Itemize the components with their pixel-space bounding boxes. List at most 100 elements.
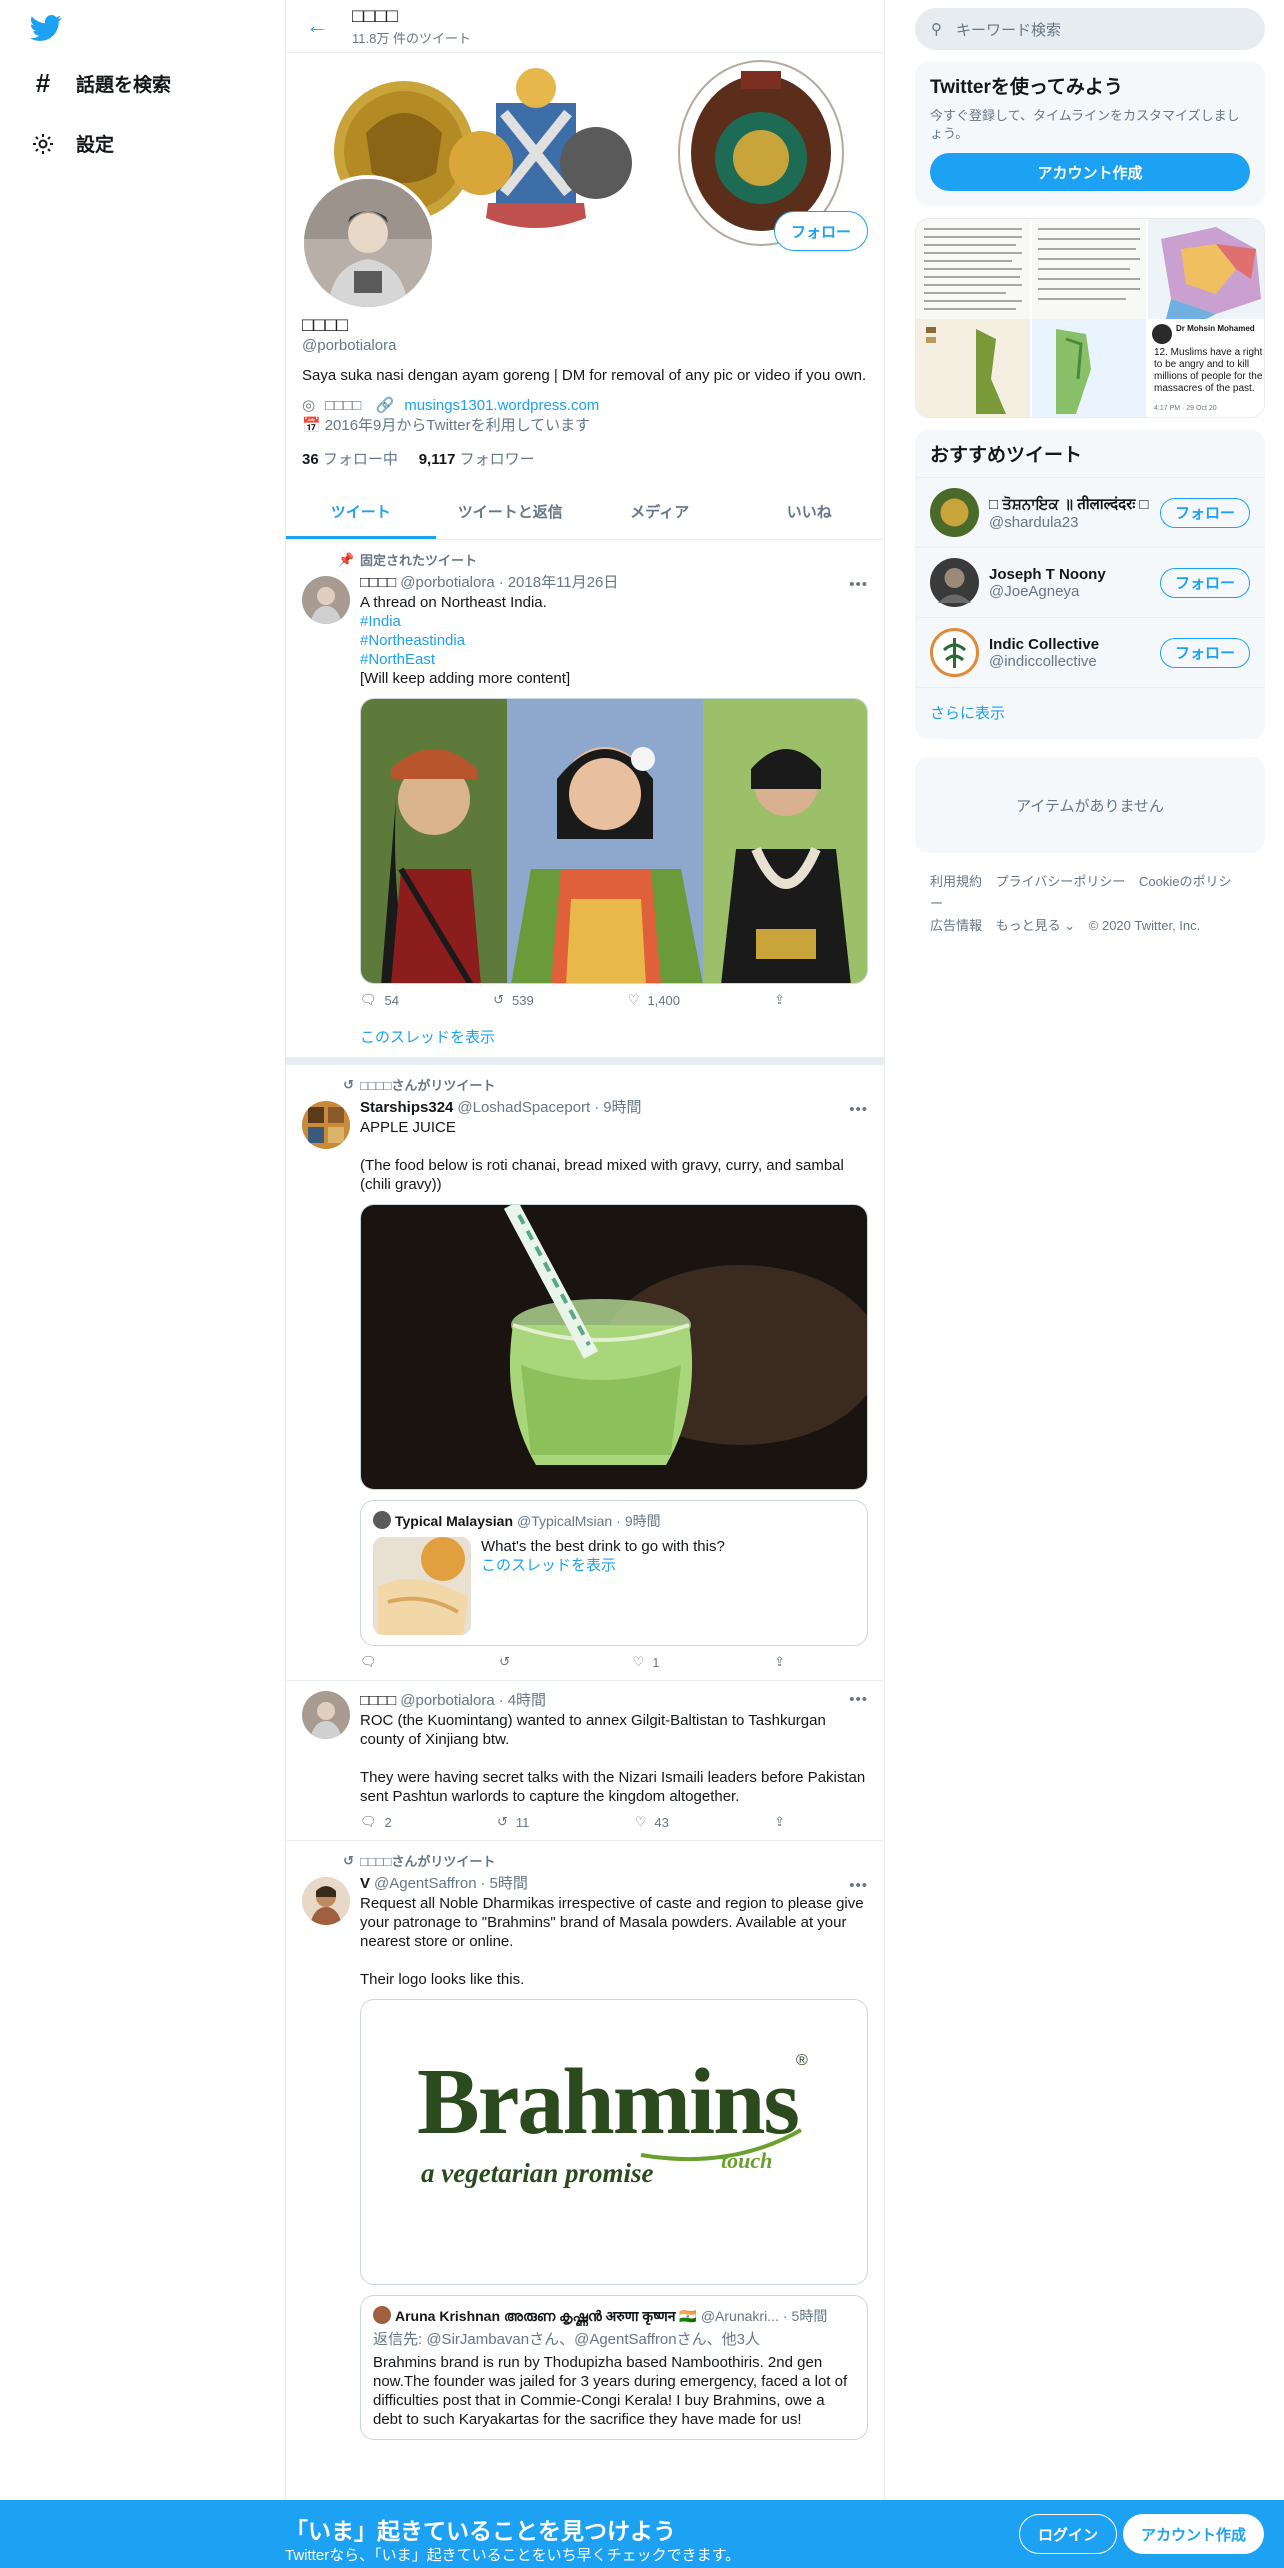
quote-time: 5時間 <box>791 2308 828 2324</box>
header-tweet-count: 11.8万 件のツイート <box>352 30 471 46</box>
bottom-signup-button[interactable]: アカウント作成 <box>1123 2514 1265 2554</box>
hashtag-link[interactable]: #NorthEast <box>360 651 435 668</box>
tweet-time[interactable]: 2018年11月26日 <box>508 573 619 593</box>
reply-icon: 🗨 <box>360 1654 377 1669</box>
tweet-image-brahmins-logo[interactable]: Brahmins ® a vegetarian promise touch <box>360 1999 868 2285</box>
follow-suggested-button[interactable]: フォロー <box>1159 567 1250 598</box>
follow-suggested-button[interactable]: フォロー <box>1159 637 1250 668</box>
nav-settings-label: 設定 <box>76 135 115 156</box>
login-button[interactable]: ログイン <box>1019 2514 1118 2554</box>
nav-settings[interactable]: 設定 <box>30 130 114 157</box>
tweet-avatar[interactable] <box>302 1877 350 1925</box>
left-navigation: # 話題を検索 設定 <box>0 0 285 2500</box>
quote-image <box>373 1537 471 1635</box>
tweet-time[interactable]: 4時間 <box>508 1691 546 1711</box>
like-button[interactable]: ♡ 43 <box>635 1814 669 1830</box>
footer-terms-link[interactable]: 利用規約 <box>930 874 982 889</box>
tweet-brahmins[interactable]: ↺ □□□□さんがリツイート V @AgentSaffron · 5時間 ••• … <box>286 1841 884 2450</box>
suggested-user[interactable]: Indic Collective @indiccollective フォロー <box>915 617 1265 687</box>
reply-button[interactable]: 🗨 2 <box>360 1814 392 1830</box>
suggested-user-name: Indic Collective <box>989 635 1100 653</box>
signup-subtitle: 今すぐ登録して、タイムラインをカスタマイズしましょう。 <box>930 108 1240 141</box>
retweet-context: ↺ □□□□さんがリツイート <box>343 1075 868 1094</box>
tweet-avatar[interactable] <box>302 1691 350 1739</box>
tweet-time[interactable]: 9時間 <box>603 1098 641 1118</box>
heart-icon: ♡ <box>627 992 640 1007</box>
who-to-follow-card: おすすめツイート □ ਤੋਸ਼ਨਾਇਕ ॥ तीलाल्दंदरः □ @sha… <box>915 430 1265 739</box>
followers-link[interactable]: 9,117 フォロワー <box>419 451 535 468</box>
tweet-author-handle: @AgentSaffron <box>374 1875 477 1892</box>
follow-button[interactable]: フォロー <box>773 211 868 251</box>
tab-tweets-and-replies[interactable]: ツイートと返信 <box>436 487 586 539</box>
suggested-user-handle: @JoeAgneya <box>989 582 1080 600</box>
retweet-icon: ↺ <box>343 1076 354 1092</box>
quoted-tweet[interactable]: Typical Malaysian @TypicalMsian · 9時間 Wh… <box>360 1500 868 1646</box>
show-more-link[interactable]: さらに表示 <box>915 687 1265 739</box>
tweet-author-name[interactable]: V <box>360 1874 370 1894</box>
profile-avatar[interactable] <box>300 175 436 311</box>
show-thread-link[interactable]: このスレッドを表示 <box>360 1026 868 1047</box>
reply-icon: 🗨 <box>360 1814 377 1829</box>
media-grid[interactable]: Dr Mohsin Mohamed 12. Muslims have a rig… <box>915 218 1265 418</box>
hashtag-link[interactable]: #India <box>360 613 401 630</box>
tweet-roc[interactable]: □□□□ @porbotialora · 4時間 ••• ROC (the Ku… <box>286 1681 884 1841</box>
suggested-user[interactable]: Joseph T Noony @JoeAgneya フォロー <box>915 547 1265 617</box>
tweet-pinned[interactable]: 📌 固定されたツイート □□□□ @porbotialora · 2018年11月… <box>286 540 884 1065</box>
reply-button[interactable]: 🗨 <box>360 1654 385 1670</box>
more-options-icon[interactable]: ••• <box>849 1877 868 1894</box>
tweet-retweet-apple-juice[interactable]: ↺ □□□□さんがリツイート Starships324 @LoshadSpacep… <box>286 1065 884 1681</box>
more-options-icon[interactable]: ••• <box>849 1691 868 1708</box>
share-button[interactable]: ⇪ <box>774 992 785 1008</box>
quote-author-handle: @TypicalMsian <box>517 1513 613 1529</box>
footer-links: 利用規約 プライバシーポリシー Cookieのポリシー 広告情報 もっと見る ⌄… <box>915 853 1265 955</box>
retweet-button[interactable]: ↺ 11 <box>497 1814 529 1830</box>
retweet-button[interactable]: ↺ 539 <box>493 992 534 1008</box>
search-box[interactable]: ⚲ キーワード検索 <box>915 8 1265 50</box>
footer-ads-link[interactable]: 広告情報 <box>930 918 982 933</box>
tweet-avatar[interactable] <box>302 576 350 624</box>
more-options-icon[interactable]: ••• <box>849 1101 868 1118</box>
like-button[interactable]: ♡ 1,400 <box>628 992 680 1008</box>
tweet-actions: 🗨 ↺ ♡ 1 ⇪ <box>360 1654 785 1670</box>
profile-header: ← □□□□ 11.8万 件のツイート <box>286 0 884 53</box>
tab-tweets[interactable]: ツイート <box>286 487 436 539</box>
tweet-author-name[interactable]: □□□□ <box>360 573 396 593</box>
tweet-header: Starships324 @LoshadSpaceport · 9時間 <box>360 1098 642 1118</box>
footer-privacy-link[interactable]: プライバシーポリシー <box>996 874 1126 889</box>
twitter-logo-icon[interactable] <box>30 12 62 44</box>
nav-explore[interactable]: # 話題を検索 <box>30 68 171 98</box>
back-arrow-icon[interactable]: ← <box>302 11 332 41</box>
quote-thread-link[interactable]: このスレッドを表示 <box>481 1556 725 1575</box>
suggested-user-name: □ ਤੋਸ਼ਨਾਇਕ ॥ तीलाल्दंदरः □ <box>989 496 1149 513</box>
tweet-text: ROC (the Kuomintang) wanted to annex Gil… <box>360 1712 866 1805</box>
follow-suggested-button[interactable]: フォロー <box>1159 497 1250 528</box>
create-account-button[interactable]: アカウント作成 <box>930 153 1250 191</box>
hashtag-link[interactable]: #Northeastindia <box>360 632 465 649</box>
profile-bio: Saya suka nasi dengan ayam goreng | DM f… <box>302 367 867 384</box>
tweet-avatar[interactable] <box>302 1101 350 1149</box>
quote-avatar <box>373 2306 391 2324</box>
more-options-icon[interactable]: ••• <box>849 576 868 593</box>
tweet-image-collage[interactable] <box>360 698 868 984</box>
tweet-author-name[interactable]: □□□□ <box>360 1691 396 1711</box>
following-link[interactable]: 36 フォロー中 <box>302 451 398 468</box>
suggested-user[interactable]: □ ਤੋਸ਼ਨਾਇਕ ॥ तीलाल्दंदरः □ @shardula23 フ… <box>915 477 1265 547</box>
tweet-image-juice[interactable] <box>360 1204 868 1490</box>
profile-website-link[interactable]: musings1301.wordpress.com <box>404 397 599 414</box>
suggested-user-avatar <box>930 488 979 537</box>
retweet-button[interactable]: ↺ <box>499 1654 518 1670</box>
main-column: ← □□□□ 11.8万 件のツイート フォロー □□□□ @porbotial… <box>285 0 885 2500</box>
footer-more-link[interactable]: もっと見る ⌄ <box>996 918 1076 933</box>
reply-button[interactable]: 🗨 54 <box>360 992 399 1008</box>
tweet-author-name[interactable]: Starships324 <box>360 1098 453 1118</box>
quote-text: Brahmins brand is run by Thodupizha base… <box>373 2354 848 2428</box>
tweet-time[interactable]: 5時間 <box>490 1874 528 1894</box>
tab-media[interactable]: メディア <box>585 487 735 539</box>
like-button[interactable]: ♡ 1 <box>633 1654 660 1670</box>
quote-time: 9時間 <box>624 1513 661 1529</box>
profile-handle: @porbotialora <box>302 337 397 354</box>
share-button[interactable]: ⇪ <box>774 1814 785 1830</box>
tab-likes[interactable]: いいね <box>735 487 885 539</box>
share-button[interactable]: ⇪ <box>774 1654 785 1670</box>
quoted-tweet[interactable]: Aruna Krishnan അരുണ കൃഷ്ണൻ अरुणा कृष्णन … <box>360 2295 868 2440</box>
